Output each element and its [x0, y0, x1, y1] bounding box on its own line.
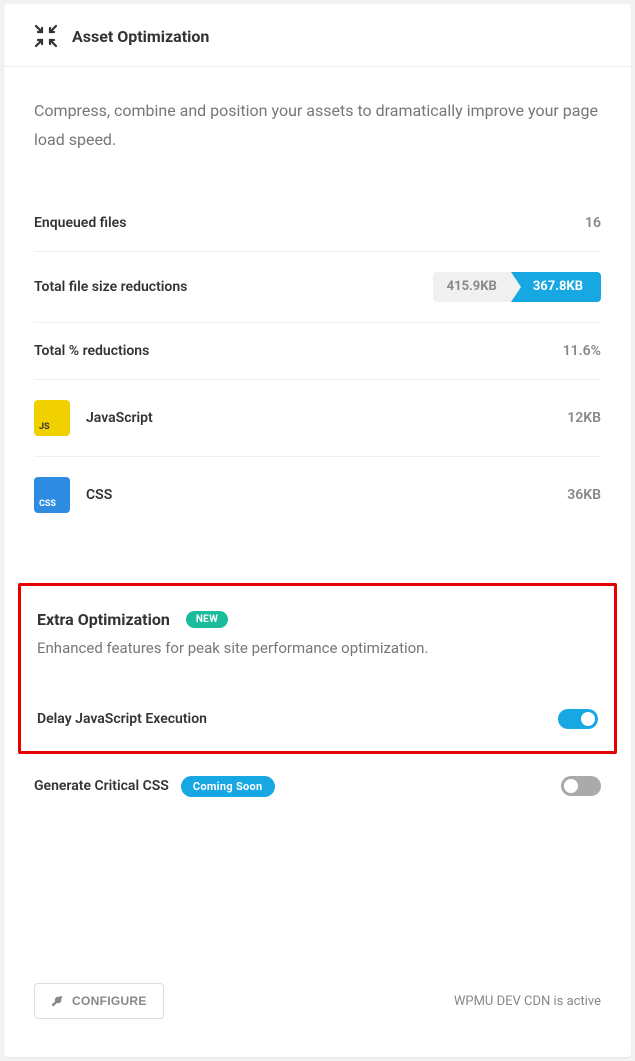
stat-label: Total % reductions [34, 343, 149, 359]
critical-css-row: Generate Critical CSS Coming Soon [34, 754, 601, 815]
critical-css-label: Generate Critical CSS Coming Soon [34, 776, 275, 797]
asset-row-js: JS JavaScript 12KB [34, 379, 601, 456]
wrench-icon [51, 995, 64, 1008]
card-body: Compress, combine and position your asse… [4, 67, 631, 815]
card-title: Asset Optimization [72, 27, 209, 46]
card-footer: CONFIGURE WPMU DEV CDN is active [4, 967, 631, 1043]
new-badge: NEW [186, 611, 228, 628]
size-after: 367.8KB [511, 272, 601, 302]
stat-value: 16 [585, 215, 601, 231]
cdn-status-note: WPMU DEV CDN is active [454, 994, 601, 1009]
asset-size: 36KB [567, 487, 601, 503]
size-reduction-pill: 415.9KB 367.8KB [433, 272, 601, 302]
asset-optimization-card: Asset Optimization Compress, combine and… [4, 4, 631, 1057]
extra-optimization-highlight: Extra Optimization NEW Enhanced features… [18, 583, 617, 754]
asset-size: 12KB [567, 410, 601, 426]
asset-name: CSS [86, 487, 551, 503]
stat-label: Enqueued files [34, 215, 126, 231]
configure-label: CONFIGURE [72, 994, 147, 1008]
critical-css-toggle[interactable] [561, 776, 601, 796]
css-badge-icon: CSS [34, 477, 70, 513]
stat-size-reduction: Total file size reductions 415.9KB 367.8… [34, 251, 601, 322]
extra-optimization-header: Extra Optimization NEW [37, 610, 598, 629]
asset-name: JavaScript [86, 410, 551, 426]
delay-js-label: Delay JavaScript Execution [37, 711, 207, 727]
js-badge-icon: JS [34, 400, 70, 436]
delay-js-row: Delay JavaScript Execution [37, 691, 598, 747]
size-before: 415.9KB [433, 272, 511, 302]
stat-label: Total file size reductions [34, 279, 187, 295]
card-header: Asset Optimization [4, 4, 631, 67]
stat-enqueued-files: Enqueued files 16 [34, 195, 601, 251]
stat-value: 11.6% [563, 343, 601, 359]
stat-percent-reduction: Total % reductions 11.6% [34, 322, 601, 379]
extra-description: Enhanced features for peak site performa… [37, 639, 598, 657]
asset-row-css: CSS CSS 36KB [34, 456, 601, 533]
collapse-icon [34, 24, 58, 48]
extra-title: Extra Optimization [37, 610, 170, 629]
configure-button[interactable]: CONFIGURE [34, 983, 164, 1019]
card-description: Compress, combine and position your asse… [34, 97, 601, 155]
coming-soon-badge: Coming Soon [181, 776, 275, 797]
delay-js-toggle[interactable] [558, 709, 598, 729]
critical-css-label-text: Generate Critical CSS [34, 778, 169, 794]
